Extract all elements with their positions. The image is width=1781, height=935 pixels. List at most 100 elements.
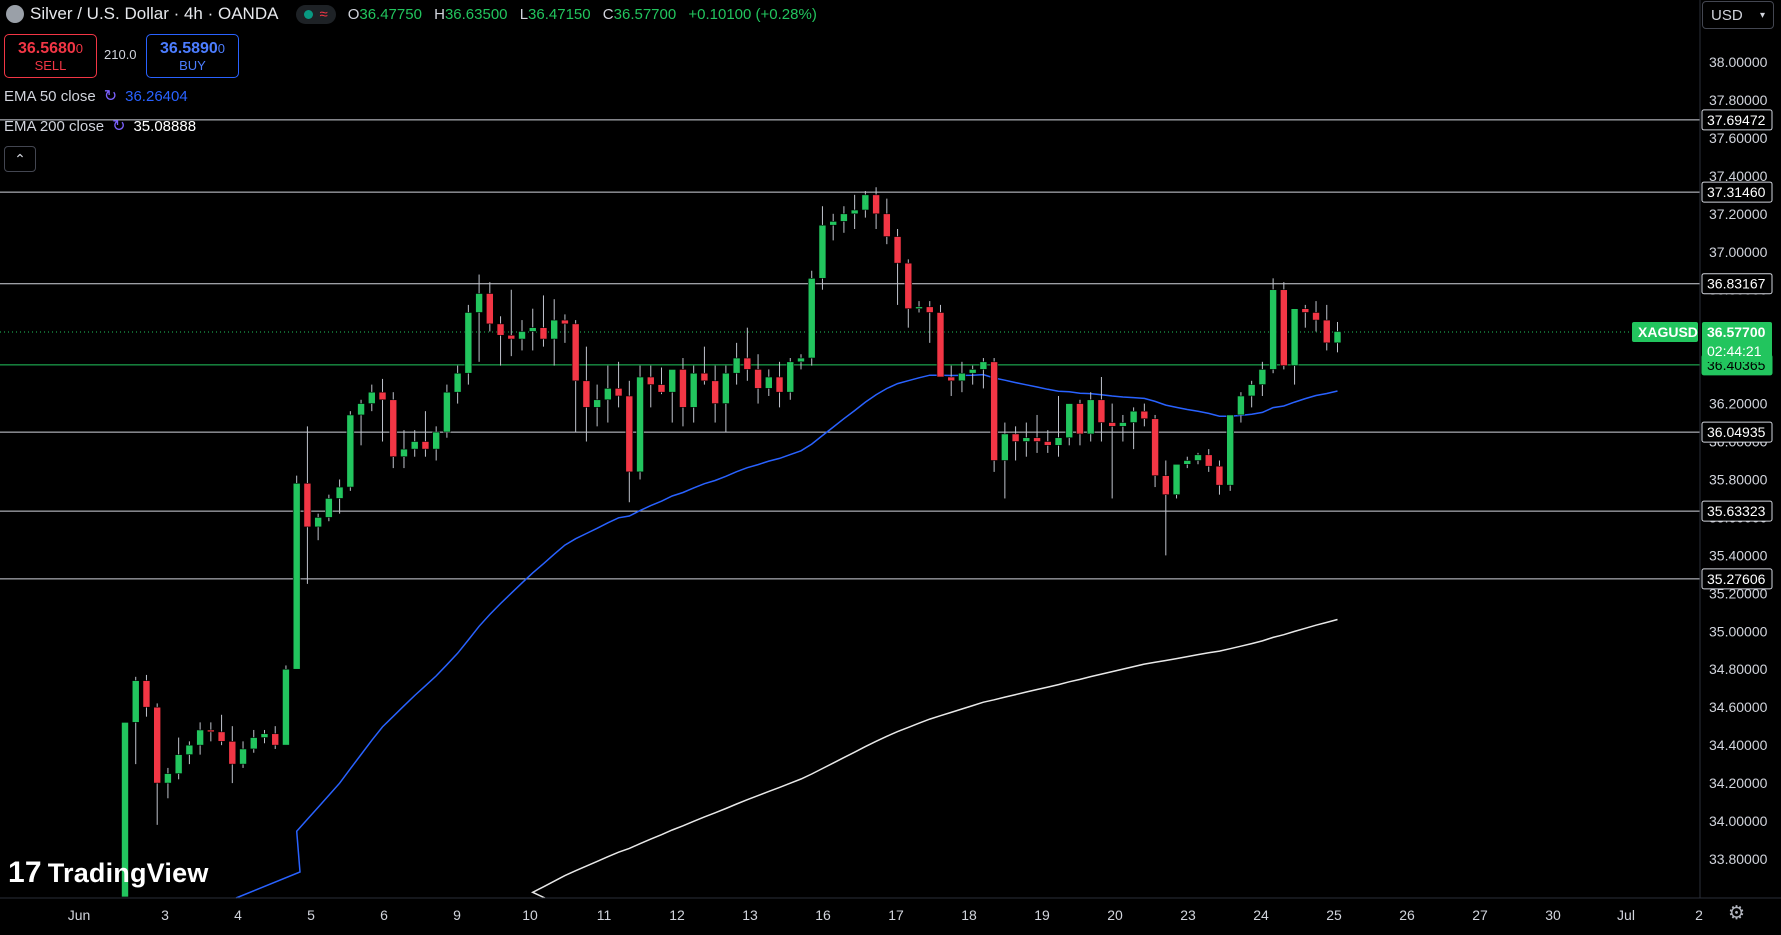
candle[interactable] (904, 259, 913, 328)
time-axis[interactable]: Jun 3 4 5 6 9 10 11 12 13 16 17 18 19 20 23 24 25 26 27 30 Ju… (0, 897, 1781, 923)
candle[interactable] (174, 737, 183, 780)
candle[interactable] (893, 228, 902, 305)
candle[interactable] (732, 342, 741, 385)
candle[interactable] (990, 358, 998, 472)
candle[interactable] (1322, 304, 1331, 351)
candle[interactable] (486, 282, 494, 332)
candle[interactable] (196, 722, 204, 755)
candle[interactable] (604, 365, 612, 423)
candle[interactable] (217, 714, 226, 746)
candle[interactable] (539, 295, 548, 347)
candle[interactable] (410, 430, 419, 457)
candle[interactable] (239, 741, 247, 768)
candle[interactable] (1011, 426, 1020, 461)
candle[interactable] (260, 729, 269, 744)
candle[interactable] (1140, 403, 1149, 427)
candle[interactable] (646, 365, 655, 408)
candle[interactable] (689, 365, 698, 423)
candle[interactable] (185, 741, 194, 765)
candle[interactable] (571, 320, 580, 433)
candle[interactable] (764, 369, 773, 396)
candle[interactable] (1022, 422, 1031, 457)
candle[interactable] (164, 767, 172, 799)
candle[interactable] (389, 392, 398, 469)
candle[interactable] (1183, 456, 1192, 469)
candle[interactable] (1226, 414, 1234, 491)
candle[interactable] (303, 426, 312, 584)
gear-icon[interactable]: ⚙ (1728, 902, 1745, 925)
symbol-title[interactable]: Silver / U.S. Dollar · 4h · OANDA (30, 4, 278, 24)
candle[interactable] (1129, 407, 1138, 450)
candle[interactable] (861, 191, 870, 218)
candle[interactable] (657, 367, 666, 395)
candle[interactable] (1001, 422, 1009, 499)
candle[interactable] (1054, 395, 1063, 457)
candle[interactable] (207, 722, 215, 742)
candle[interactable] (228, 726, 237, 784)
candle[interactable] (1033, 414, 1041, 453)
candle[interactable] (1290, 308, 1299, 385)
candle[interactable] (1162, 460, 1170, 556)
candle[interactable] (679, 358, 687, 427)
candle[interactable] (829, 213, 837, 241)
candle[interactable] (818, 206, 827, 290)
candle[interactable] (754, 354, 762, 404)
candles[interactable] (121, 187, 1342, 898)
candle[interactable] (925, 301, 934, 343)
candle[interactable] (400, 430, 408, 469)
candle[interactable] (550, 299, 559, 366)
candle[interactable] (1076, 399, 1084, 446)
candle[interactable] (625, 380, 634, 503)
candle[interactable] (1237, 392, 1245, 423)
candle[interactable] (668, 369, 677, 423)
candle[interactable] (357, 399, 365, 446)
collapse-legend-button[interactable]: ⌃ (4, 146, 36, 172)
candle[interactable] (1312, 301, 1320, 332)
market-status[interactable]: ≈ (296, 4, 336, 24)
candle[interactable] (936, 304, 945, 378)
candle[interactable] (249, 729, 258, 753)
candle[interactable] (464, 304, 473, 385)
candle[interactable] (528, 308, 537, 351)
candle[interactable] (722, 365, 730, 433)
price-axis[interactable]: 38.00000 37.80000 37.60000 37.40000 37.20000… (1699, 0, 1768, 898)
candle[interactable] (153, 703, 161, 825)
candle[interactable] (1108, 403, 1116, 499)
candle[interactable] (915, 301, 923, 313)
candle[interactable] (292, 475, 301, 670)
candle[interactable] (883, 198, 891, 245)
candle[interactable] (1280, 282, 1288, 370)
candle[interactable] (1204, 449, 1213, 472)
candle[interactable] (1172, 463, 1181, 499)
buy-button[interactable]: 36.58900 BUY (146, 34, 239, 78)
candle[interactable] (282, 665, 290, 746)
candle[interactable] (443, 384, 451, 438)
candle[interactable] (346, 411, 355, 491)
candle[interactable] (614, 361, 623, 408)
candle[interactable] (700, 346, 709, 385)
candle[interactable] (1086, 392, 1095, 442)
candle[interactable] (1258, 361, 1267, 396)
candle[interactable] (850, 194, 859, 229)
candle[interactable] (797, 354, 805, 370)
candle[interactable] (947, 365, 956, 396)
candle[interactable] (872, 187, 880, 229)
candle[interactable] (432, 426, 440, 461)
price-chart[interactable]: 38.00000 37.80000 37.60000 37.40000 37.20000… (0, 0, 1781, 935)
ema50-legend[interactable]: EMA 50 close ↻ 36.26404 (4, 86, 188, 106)
ema200-legend[interactable]: EMA 200 close ↻ 35.08888 (4, 116, 196, 136)
candle[interactable] (496, 316, 505, 366)
currency-select[interactable]: USD ▾ (1702, 1, 1774, 29)
candle[interactable] (142, 674, 151, 717)
candle[interactable] (335, 479, 344, 514)
candle[interactable] (518, 320, 526, 351)
candle[interactable] (271, 726, 280, 749)
candle[interactable] (807, 270, 816, 366)
candle[interactable] (1043, 430, 1052, 453)
candle[interactable] (593, 384, 601, 427)
candle[interactable] (1333, 321, 1342, 353)
candle[interactable] (1194, 452, 1202, 465)
candle[interactable] (421, 411, 430, 457)
candle[interactable] (1119, 414, 1127, 442)
candle[interactable] (1215, 460, 1224, 495)
